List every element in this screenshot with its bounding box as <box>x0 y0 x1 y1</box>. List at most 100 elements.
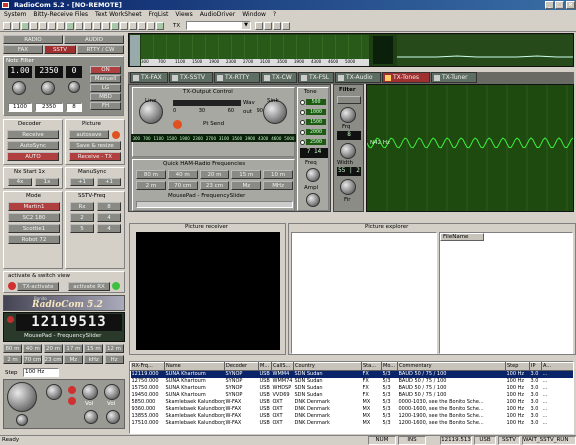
menu-text-worksheet[interactable]: Text WorkSheet <box>95 10 142 20</box>
mode-select[interactable]: ▼ <box>186 21 251 30</box>
tone-item[interactable]: 500 <box>300 97 328 107</box>
tab-tx-audio[interactable]: TX-Audio <box>335 72 381 83</box>
column-header[interactable]: Sta... <box>361 362 382 371</box>
toolbar-icon-16[interactable] <box>138 22 146 30</box>
tone-radio[interactable] <box>300 139 305 145</box>
notch-fh-button[interactable]: FH <box>90 102 121 110</box>
tone-radio[interactable] <box>300 109 305 115</box>
mansync-minus-button[interactable]: +1 <box>70 178 94 186</box>
toolbar-icon-1[interactable] <box>3 22 11 30</box>
menu--[interactable]: ? <box>273 10 276 20</box>
notch-knob-1[interactable] <box>12 81 26 95</box>
toolbar-icon-12[interactable] <box>102 22 110 30</box>
tone-item[interactable]: 2500 <box>300 137 328 147</box>
ham-band-button[interactable]: 15 m <box>231 170 262 179</box>
sstv-freq-btn-6[interactable]: 4 <box>97 224 121 233</box>
nx-4x-button[interactable]: 4x <box>8 178 32 186</box>
ham-band-button[interactable]: MHz <box>263 181 293 190</box>
menu-window[interactable]: Window <box>242 10 266 20</box>
toolbar-icon-10[interactable] <box>84 22 92 30</box>
notch-mbd-button[interactable]: MBD <box>90 93 121 101</box>
filename-column-header[interactable]: FileName <box>440 233 484 241</box>
lower-knob-3[interactable] <box>106 410 120 424</box>
column-header[interactable]: RX-Frq... <box>130 362 165 371</box>
ham-band-button[interactable]: 23 cm <box>199 181 230 190</box>
column-header[interactable]: Commentary <box>397 362 506 371</box>
ham-band-button[interactable]: Mz <box>231 181 262 190</box>
tone-ampl-knob[interactable] <box>306 193 320 207</box>
minimize-button[interactable]: _ <box>545 1 554 9</box>
band-button-0-1[interactable]: 40 m <box>23 344 43 353</box>
band-button-1-2[interactable]: 23 cm <box>43 355 63 364</box>
band-button-0-0[interactable]: 80 m <box>3 344 22 353</box>
receive-button[interactable]: Receive <box>7 130 59 139</box>
toolbar-icon-7[interactable] <box>57 22 65 30</box>
toolbar-icon-15[interactable] <box>129 22 137 30</box>
rf-knob[interactable] <box>46 384 62 400</box>
main-tuning-knob[interactable] <box>7 382 37 412</box>
column-header[interactable]: A... <box>541 362 573 371</box>
tab-tx-fsl[interactable]: TX-FSL <box>298 72 334 83</box>
toolbar-icon-4[interactable] <box>30 22 38 30</box>
fax-button[interactable]: FAX <box>3 45 43 54</box>
save-resize-button[interactable]: Save & resize <box>69 141 121 150</box>
band-button-1-0[interactable]: 2 m <box>3 355 22 364</box>
tone-item[interactable]: 2000 <box>300 127 328 137</box>
sstv-freq-btn-4[interactable]: 4 <box>97 213 121 222</box>
tab-tx-cw[interactable]: TX-CW <box>261 72 297 83</box>
toolbar-icon-extra-3[interactable] <box>273 22 281 30</box>
ham-band-button[interactable]: 40 m <box>167 170 198 179</box>
ham-band-button[interactable]: 80 m <box>136 170 166 179</box>
tab-tx-sstv[interactable]: TX-SSTV <box>169 72 213 83</box>
mode-sc2-button[interactable]: SC2 180 <box>8 213 60 222</box>
table-row[interactable]: 19450.000 SUNA Khartoum SYNOP USB VVD69 SDN S… <box>131 392 574 399</box>
filter-freq-knob[interactable] <box>340 107 356 123</box>
band-button-1-4[interactable]: kHz <box>84 355 104 364</box>
nx-1x-button[interactable]: 1x <box>35 178 59 186</box>
toolbar-icon-5[interactable] <box>39 22 47 30</box>
tx-activate-button[interactable]: TX-activate <box>17 282 59 291</box>
tone-radio[interactable] <box>300 119 305 125</box>
toolbar-icon-extra-4[interactable] <box>282 22 290 30</box>
autosave-button[interactable]: autosave <box>69 130 109 139</box>
filter-center-knob[interactable] <box>340 179 356 195</box>
table-row[interactable]: 12750.000 SUNA Khartoum SYNOP USB WMM74 SDN S… <box>131 378 574 385</box>
column-header[interactable]: IP <box>529 362 542 371</box>
toolbar-icon-18[interactable] <box>156 22 164 30</box>
step-select[interactable]: 100 Hz <box>23 368 59 377</box>
ham-band-button[interactable]: 70 cm <box>167 181 198 190</box>
menu-system[interactable]: System <box>4 10 26 20</box>
toolbar-icon-2[interactable] <box>12 22 20 30</box>
sstv-freq-btn-1[interactable]: Rx <box>70 202 94 211</box>
close-button[interactable]: × <box>566 1 575 9</box>
rx-activate-button[interactable]: activate RX <box>68 282 110 291</box>
ham-band-button[interactable]: 20 m <box>199 170 230 179</box>
maximize-button[interactable]: □ <box>555 1 564 9</box>
column-header[interactable]: Step <box>505 362 530 371</box>
toolbar-icon-6[interactable] <box>48 22 56 30</box>
mode-martin1-button[interactable]: Martin1 <box>8 202 60 211</box>
rtty-cw-button[interactable]: RTTY / CW <box>77 45 124 54</box>
table-row[interactable]: 15750.000 SUNA Khartoum SYNOP USB WHDSP SDN S… <box>131 385 574 392</box>
column-header[interactable]: M... <box>258 362 272 371</box>
toolbar-icon-extra-1[interactable] <box>255 22 263 30</box>
toolbar-icon-extra-2[interactable] <box>264 22 272 30</box>
mansync-plus-button[interactable]: +1 <box>97 178 121 186</box>
menu-bitty-receive-files[interactable]: Bitty-Receive Files <box>33 10 88 20</box>
band-button-0-5[interactable]: 12 m <box>104 344 124 353</box>
menu-views[interactable]: Views <box>175 10 192 20</box>
notch-lg-button[interactable]: LG <box>90 84 121 92</box>
toolbar-icon-11[interactable] <box>93 22 101 30</box>
table-row[interactable]: 9360.000 Skamlebaek Kalundborg W-FAX USB OXT… <box>131 406 574 413</box>
table-row[interactable]: 12119.000 SUNA Khartoum SYNOP USB WMM4 SDN Su… <box>130 370 573 378</box>
table-row[interactable]: 13855.000 Skamlebaek Kalundborg W-FAX USB OX… <box>131 413 574 420</box>
audio-button[interactable]: AUDIO <box>64 35 124 44</box>
notch-knob-3[interactable] <box>68 81 80 93</box>
toolbar-icon-3[interactable] <box>21 22 29 30</box>
toolbar-icon-17[interactable] <box>147 22 155 30</box>
lower-knob-1[interactable] <box>16 414 28 426</box>
band-button-1-1[interactable]: 70 cm <box>23 355 43 364</box>
receive-tx-button[interactable]: Receive - TX <box>69 152 121 161</box>
picture-canvas[interactable] <box>136 232 280 350</box>
filter-btn-1[interactable] <box>337 96 361 104</box>
